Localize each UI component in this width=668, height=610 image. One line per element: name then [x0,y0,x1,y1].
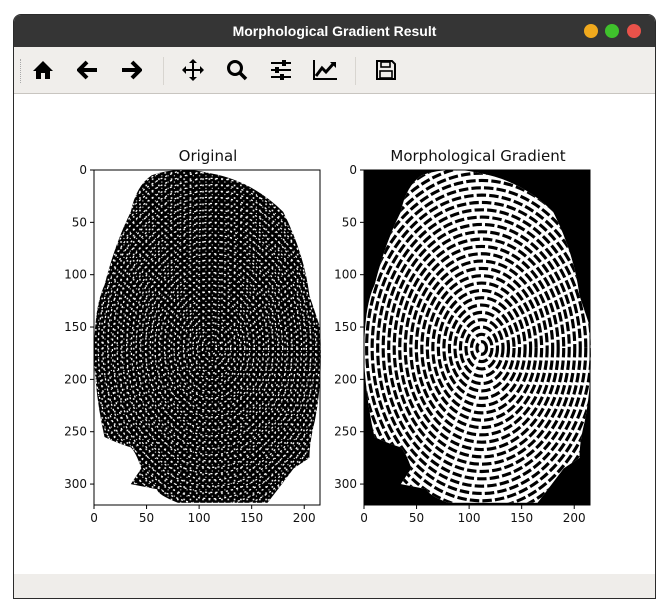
x-tick-label: 150 [240,511,263,525]
y-tick-label: 250 [64,425,87,439]
y-tick-label: 100 [64,268,87,282]
save-icon [376,60,396,80]
y-tick-label: 200 [64,372,87,386]
x-tick-label: 0 [360,511,368,525]
y-tick-label: 0 [79,163,87,177]
pan-button[interactable] [180,57,206,83]
y-tick-label: 250 [334,425,357,439]
x-tick-label: 200 [563,511,586,525]
x-tick-label: 200 [293,511,316,525]
plots-svg: 0 50 100 150 200 0 50 100 150 200 250 300 0 50 100 150… [64,163,591,525]
y-tick-label: 150 [64,320,87,334]
minimize-button[interactable] [584,24,598,38]
x-tick-label: 50 [139,511,154,525]
x-tick-label: 0 [90,511,98,525]
plot-title-gradient: Morphological Gradient [390,147,566,165]
axes-edit-icon [313,60,337,80]
toolbar-grip[interactable] [20,59,23,83]
x-tick-label: 50 [409,511,424,525]
figure-canvas[interactable]: 0 50 100 150 200 0 50 100 150 200 250 300 0 50 100 150… [14,94,655,574]
y-tick-label: 0 [349,163,357,177]
home-button[interactable] [30,57,56,83]
x-tick-label: 100 [188,511,211,525]
x-tick-label: 150 [510,511,533,525]
title-bar: Morphological Gradient Result [14,15,655,47]
edit-axes-button[interactable] [312,57,338,83]
subplots-icon [271,60,291,80]
y-tick-label: 200 [334,372,357,386]
zoom-button[interactable] [224,57,250,83]
toolbar [14,47,655,94]
y-tick-label: 50 [342,215,357,229]
back-arrow-icon [77,60,97,80]
pan-icon [182,59,204,81]
image-0 [94,169,321,505]
forward-arrow-icon [122,60,142,80]
figure-window: Morphological Gradient Result 0 50 100 150 2… [13,14,656,599]
zoom-icon [227,60,248,81]
x-tick-label: 100 [458,511,481,525]
toolbar-separator [355,57,356,85]
home-icon [33,61,53,79]
close-button[interactable] [627,24,641,38]
y-tick-label: 300 [64,477,87,491]
y-tick-label: 300 [334,477,357,491]
toolbar-separator [163,57,164,85]
image-1 [364,169,591,505]
back-button[interactable] [75,57,101,83]
maximize-button[interactable] [605,24,619,38]
plot-title-original: Original [178,147,238,165]
subplots-button[interactable] [268,57,294,83]
window-title: Morphological Gradient Result [232,23,437,39]
forward-button[interactable] [118,57,144,83]
y-tick-label: 50 [72,215,87,229]
save-button[interactable] [373,57,399,83]
y-tick-label: 100 [334,268,357,282]
status-bar [14,574,655,598]
y-tick-label: 150 [334,320,357,334]
